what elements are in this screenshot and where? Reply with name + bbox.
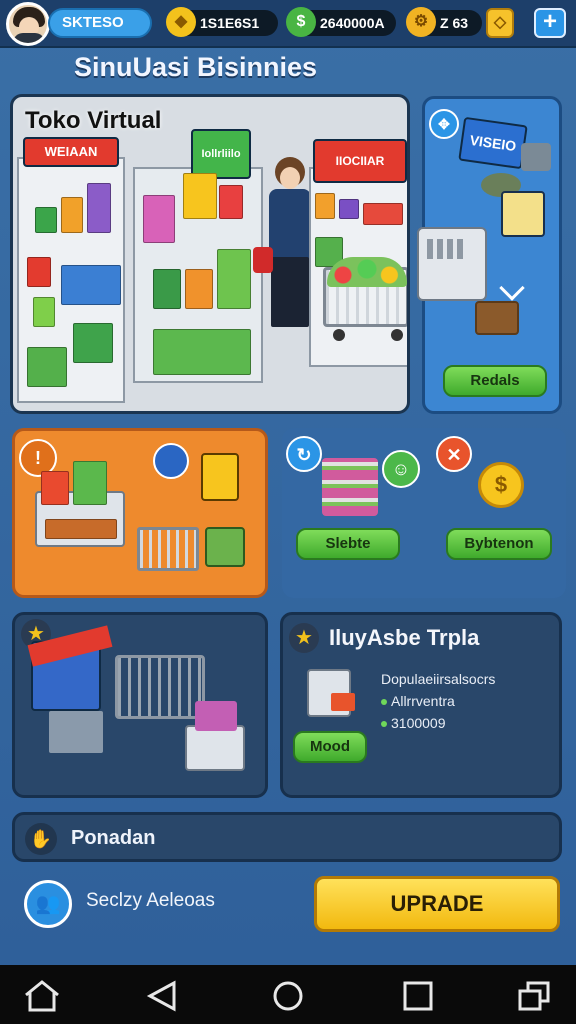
promotion-label: Ponadan [71,827,156,849]
warehouse-cart [137,527,199,571]
stacked-books [322,458,378,516]
price-sign-icon [201,453,239,501]
coin-stack-icon: ◆ [166,7,196,37]
coins-value: 1S1E6S1 [200,15,260,31]
gold-counter[interactable]: ⚙ Z 63 [406,7,482,37]
store-sign-left: WEIAAN [23,137,119,167]
store-sign-right: IIOCIIAR [313,139,407,183]
flow-sign-top: VISEIO [458,116,528,170]
items-panel: ↻ ☺ ✕ $ Slebte Bybtenon [282,428,566,598]
supply-flow-panel[interactable]: ✥ VISEIO Redals [417,96,562,414]
bybtenon-button[interactable]: Bybtenon [446,528,552,560]
promotion-bar[interactable]: ✋ Ponadan [12,812,562,862]
info-title: IluyAsbe Trpla [329,625,480,650]
info-line-2: Allrrventra [381,693,455,709]
system-nav-bar [0,965,576,1024]
circle-home-icon[interactable] [268,979,308,1013]
tag-icon [153,443,189,479]
refresh-icon[interactable]: ↻ [286,436,322,472]
mood-button[interactable]: Mood [293,731,367,763]
coin-icon: $ [478,462,524,508]
recent-apps-icon[interactable] [398,979,438,1013]
add-currency-button[interactable]: + [534,8,566,38]
virtual-store-panel[interactable]: Toko Virtual WEIAAN Iollrliilo IIOCIIAR [10,94,410,414]
game-screen: SKTESO ◆ 1S1E6S1 $ 2640000A ⚙ Z 63 ◇ + S… [0,0,576,965]
store-sign-middle: Iollrliilo [191,129,251,179]
sales-label: Seclzy Aeleoas [86,890,215,911]
store-title: Toko Virtual [25,107,162,134]
upgrade-button[interactable]: UPRADE [314,876,560,932]
bottom-actions: 👥 Seclzy Aeleoas UPRADE [0,868,576,938]
info-line-1: Dopulaeiirsalsocrs [381,671,496,687]
checkout-panel[interactable]: ★ [12,612,268,798]
top-bar: SKTESO ◆ 1S1E6S1 $ 2640000A ⚙ Z 63 ◇ + [0,0,576,48]
cancel-icon[interactable]: ✕ [436,436,472,472]
slebte-button[interactable]: Slebte [296,528,400,560]
star-icon: ★ [289,623,319,653]
gold-icon: ⚙ [406,7,436,37]
player-name[interactable]: SKTESO [48,8,152,38]
person-icon[interactable]: ☺ [382,450,420,488]
page-title: SinuUasi Bisinnies [74,52,318,82]
cash-icon: $ [286,7,316,37]
redals-button[interactable]: Redals [443,365,547,397]
people-icon[interactable]: 👥 [24,880,72,928]
gem-icon[interactable]: ◇ [486,8,514,38]
coins-counter[interactable]: ◆ 1S1E6S1 [166,7,278,37]
warehouse-panel[interactable]: ! [12,428,268,598]
move-icon[interactable]: ✥ [429,109,459,139]
back-icon[interactable] [142,979,182,1013]
hand-icon: ✋ [25,823,57,855]
checkout-cart [115,655,205,719]
info-line-3: 3100009 [381,715,446,731]
gold-value: Z 63 [440,15,469,31]
info-panel: ★ IluyAsbe Trpla Dopulaeiirsalsocrs Allr… [280,612,562,798]
player-avatar[interactable] [6,2,50,46]
package-box [475,301,519,335]
switch-apps-icon[interactable] [514,979,554,1013]
home-icon[interactable] [22,979,62,1013]
cash-counter[interactable]: $ 2640000A [286,7,396,37]
cash-value: 2640000A [320,15,385,31]
